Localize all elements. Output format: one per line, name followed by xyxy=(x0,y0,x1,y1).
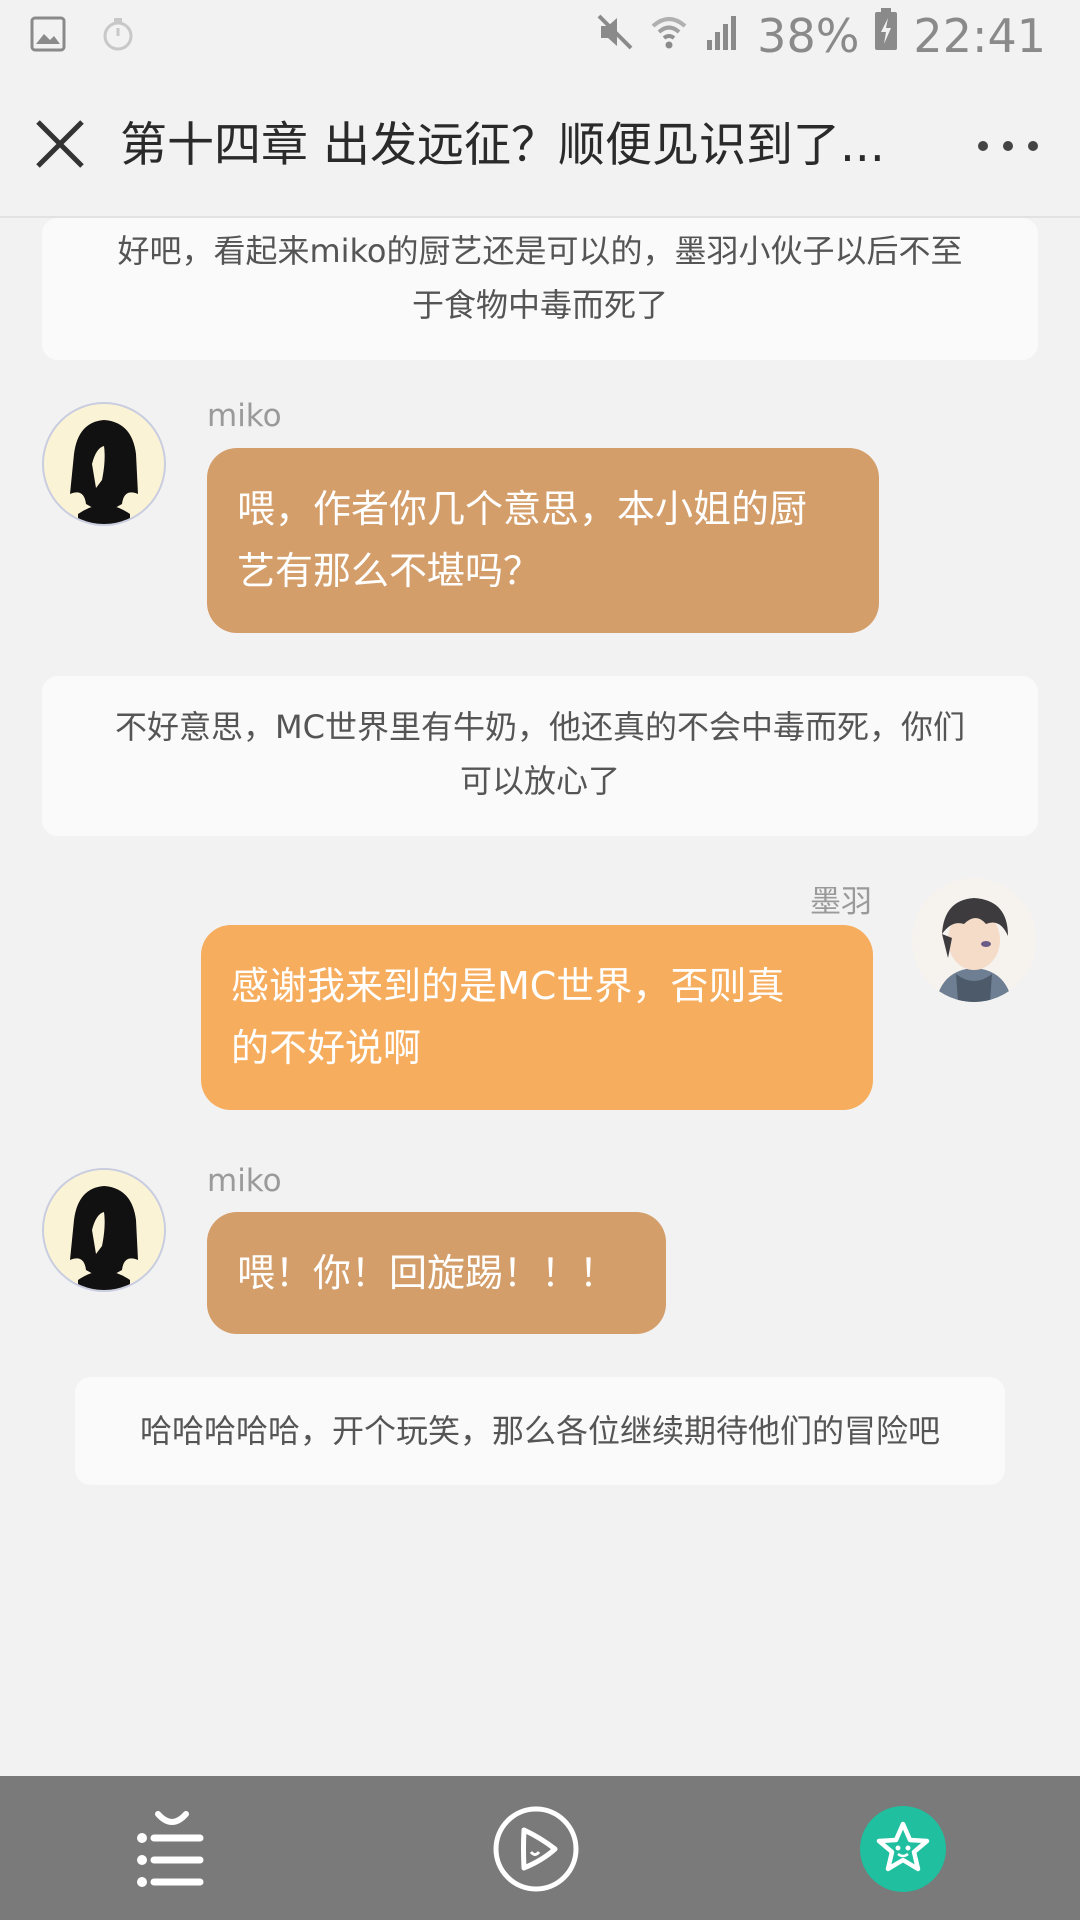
moyu-avatar[interactable] xyxy=(912,878,1036,1002)
narration-box: 好吧，看起来miko的厨艺还是可以的，墨羽小伙子以后不至 于食物中毒而死了 xyxy=(42,218,1038,360)
message-line: 艺有那么不堪吗？ xyxy=(237,549,542,593)
clock: 22:41 xyxy=(913,8,1046,63)
message-line: 喂，作者你几个意思，本小姐的厨 xyxy=(237,487,808,531)
message-line: 感谢我来到的是MC世界，否则真 xyxy=(231,964,785,1008)
miko-message-bubble: 喂，作者你几个意思，本小姐的厨 艺有那么不堪吗？ xyxy=(207,448,879,633)
narration-box: 哈哈哈哈哈，开个玩笑，那么各位继续期待他们的冒险吧 xyxy=(75,1377,1005,1485)
autoplay-icon xyxy=(493,1806,579,1892)
autoplay-button[interactable] xyxy=(491,1804,581,1894)
mute-icon xyxy=(595,9,635,63)
bottom-toolbar xyxy=(0,1776,1080,1920)
signal-icon xyxy=(703,9,743,63)
close-icon xyxy=(36,120,84,168)
chapter-list-button[interactable] xyxy=(130,1808,214,1892)
miko-avatar[interactable] xyxy=(42,1168,166,1292)
narration-line: 不好意思，MC世界里有牛奶，他还真的不会中毒而死，你们 xyxy=(115,708,965,746)
speaker-name: miko xyxy=(207,1163,282,1199)
more-dot-icon xyxy=(978,141,988,151)
moyu-message-bubble: 感谢我来到的是MC世界，否则真 的不好说啊 xyxy=(201,925,873,1110)
favorite-star-button[interactable] xyxy=(860,1806,946,1892)
miko-message-bubble: 喂！你！回旋踢！！！ xyxy=(207,1212,666,1334)
message-line: 的不好说啊 xyxy=(231,1026,422,1070)
speaker-name: miko xyxy=(207,398,282,434)
chapter-list-icon xyxy=(137,1811,204,1887)
close-button[interactable] xyxy=(34,118,86,170)
battery-percent: 38% xyxy=(757,8,860,63)
more-options-button[interactable] xyxy=(978,136,1038,156)
narration-box: 不好意思，MC世界里有牛奶，他还真的不会中毒而死，你们 可以放心了 xyxy=(42,676,1038,836)
miko-avatar[interactable] xyxy=(42,402,166,526)
narration-line: 哈哈哈哈哈，开个玩笑，那么各位继续期待他们的冒险吧 xyxy=(139,1412,940,1450)
narration-line: 可以放心了 xyxy=(459,762,620,800)
speaker-name: 墨羽 xyxy=(810,884,872,920)
wifi-icon xyxy=(649,9,689,63)
more-dot-icon xyxy=(1028,141,1038,151)
narration-line: 于食物中毒而死了 xyxy=(411,286,668,324)
timer-icon xyxy=(100,16,136,56)
chapter-title: 第十四章 出发远征？顺便见识到了... xyxy=(120,118,885,173)
message-line: 喂！你！回旋踢！！！ xyxy=(237,1251,618,1295)
reader-header: 第十四章 出发远征？顺便见识到了... xyxy=(0,74,1080,218)
battery-charging-icon xyxy=(873,8,899,63)
status-bar: 38% 22:41 xyxy=(0,0,1080,74)
narration-line: 好吧，看起来miko的厨艺还是可以的，墨羽小伙子以后不至 xyxy=(117,232,963,270)
image-icon xyxy=(30,16,66,56)
star-favorite-icon xyxy=(876,1821,930,1872)
more-dot-icon xyxy=(1003,141,1013,151)
